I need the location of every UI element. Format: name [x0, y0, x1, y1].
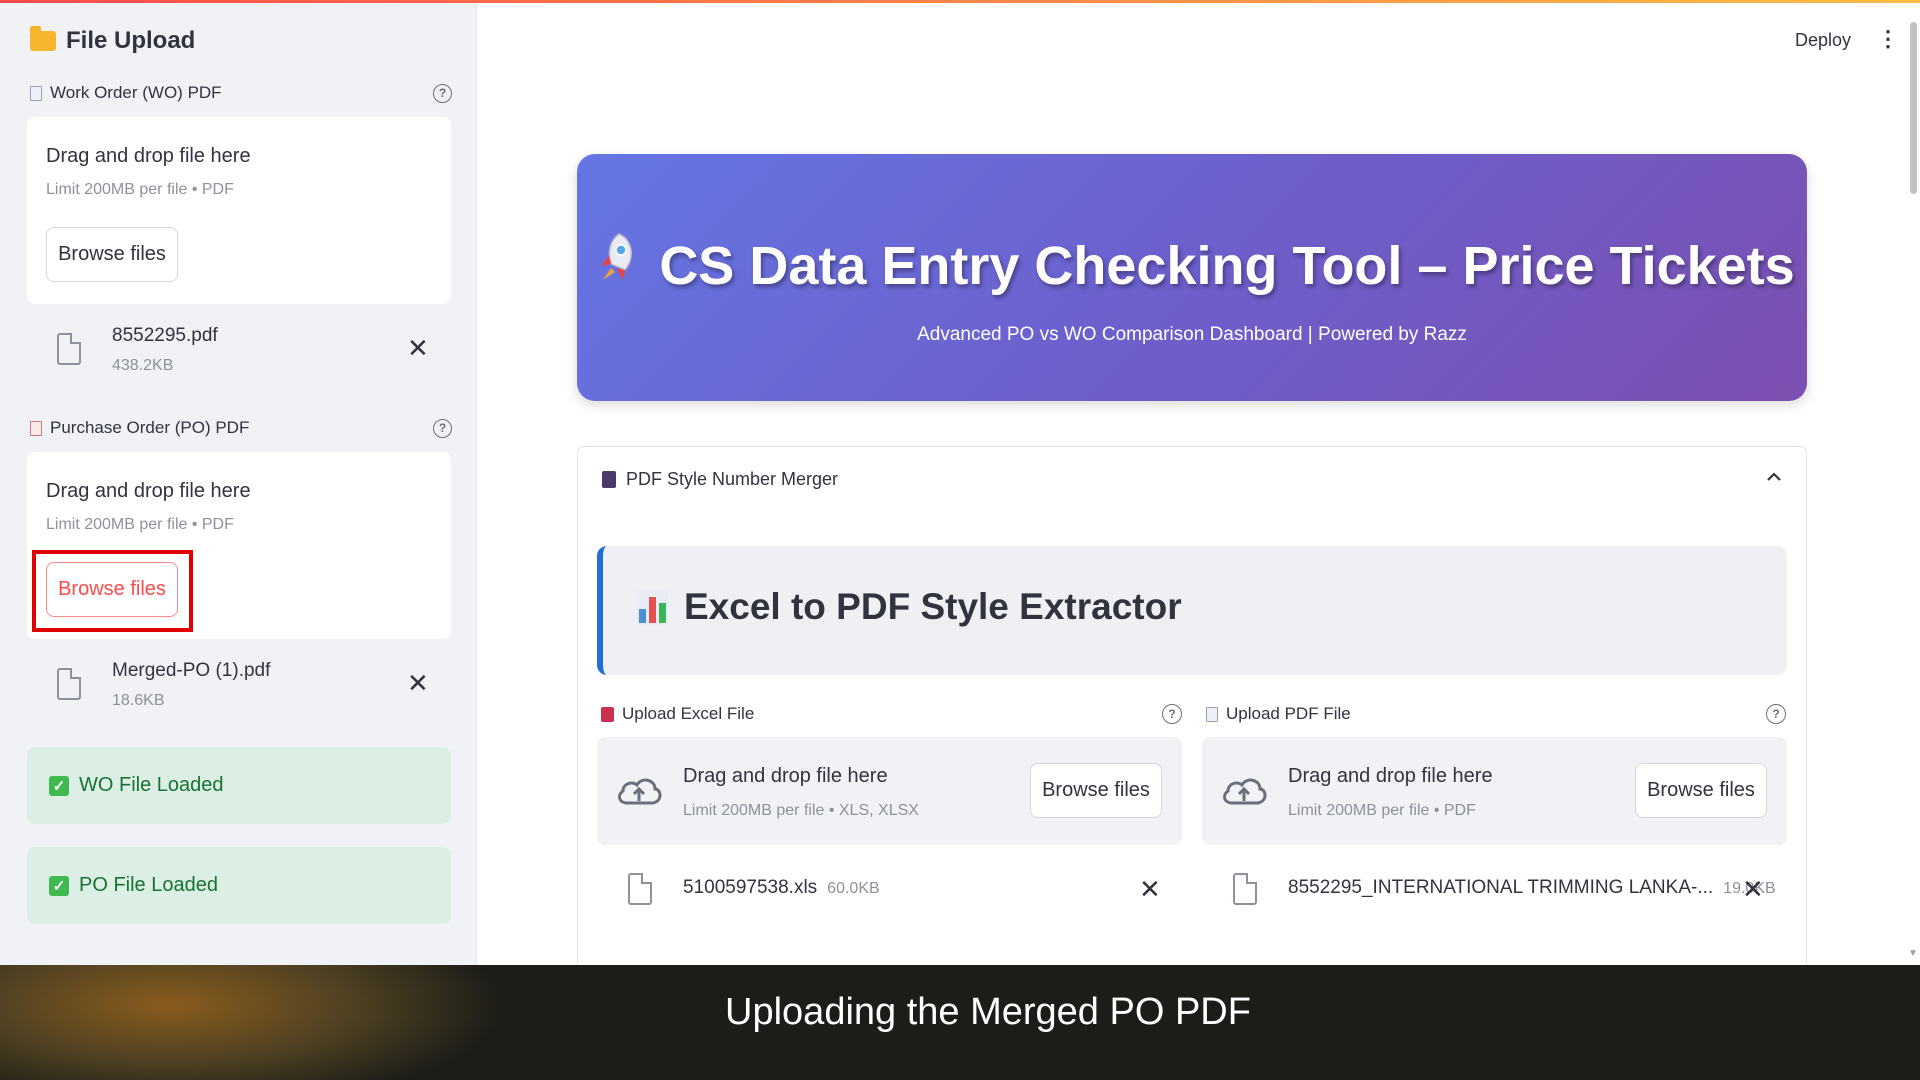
kebab-menu-icon[interactable]: ⋮	[1877, 28, 1899, 50]
pdf-label-text: Upload PDF File	[1226, 704, 1351, 723]
excel-limit-text: Limit 200MB per file • XLS, XLSX	[683, 802, 919, 819]
scrollbar-thumb[interactable]	[1910, 22, 1917, 194]
excel-upload-label: Upload Excel File	[601, 704, 754, 724]
caption-text: Uploading the Merged PO PDF	[725, 991, 1251, 1033]
check-icon: ✓	[49, 775, 69, 796]
deploy-button[interactable]: Deploy	[1795, 30, 1851, 51]
document-icon	[1206, 706, 1218, 722]
po-uploaded-file: Merged-PO (1).pdf 18.6KB ✕	[27, 654, 451, 724]
check-icon: ✓	[49, 875, 69, 896]
help-icon[interactable]: ?	[433, 418, 452, 438]
excel-file-size: 60.0KB	[827, 880, 880, 897]
pdf-dropzone[interactable]: Drag and drop file here Limit 200MB per …	[1202, 737, 1787, 845]
excel-label-text: Upload Excel File	[622, 704, 755, 723]
wo-browse-button[interactable]: Browse files	[46, 227, 178, 282]
pdf-merger-expander: PDF Style Number Merger	[577, 446, 1807, 986]
pdf-drop-text: Drag and drop file here	[1288, 765, 1493, 787]
excel-file-name: 5100597538.xls	[683, 877, 818, 898]
excel-dropzone[interactable]: Drag and drop file here Limit 200MB per …	[597, 737, 1182, 845]
po-loaded-status: ✓ PO File Loaded	[27, 847, 451, 924]
po-drop-text: Drag and drop file here	[46, 480, 251, 502]
document-icon	[30, 85, 42, 101]
wo-limit-text: Limit 200MB per file • PDF	[46, 181, 234, 198]
po-file-name: Merged-PO (1).pdf	[112, 660, 271, 681]
pdf-browse-button[interactable]: Browse files	[1635, 763, 1767, 818]
remove-file-icon[interactable]: ✕	[407, 670, 429, 696]
pdf-file-name: 8552295_INTERNATIONAL TRIMMING LANKA-...	[1288, 877, 1714, 898]
hero-title: CS Data Entry Checking Tool – Price Tick…	[577, 230, 1807, 302]
wo-file-name: 8552295.pdf	[112, 325, 218, 346]
wo-file-size: 438.2KB	[112, 357, 174, 374]
excel-browse-button[interactable]: Browse files	[1030, 763, 1162, 818]
file-icon	[57, 333, 81, 365]
scroll-down-icon[interactable]: ▼	[1908, 948, 1918, 959]
sidebar-title: File Upload	[30, 26, 196, 55]
sidebar: File Upload Work Order (WO) PDF ? Drag a…	[0, 3, 477, 965]
po-upload-label: Purchase Order (PO) PDF ?	[30, 418, 452, 438]
inbox-icon	[601, 706, 614, 722]
cloud-upload-icon	[1223, 778, 1267, 805]
book-icon	[602, 471, 616, 488]
remove-file-icon[interactable]: ✕	[1139, 876, 1161, 902]
hero-subtitle: Advanced PO vs WO Comparison Dashboard |…	[917, 324, 1467, 345]
expander-header[interactable]: PDF Style Number Merger	[602, 469, 838, 490]
expander-title: PDF Style Number Merger	[626, 469, 839, 489]
po-label-text: Purchase Order (PO) PDF	[50, 418, 250, 437]
excel-uploaded-file: 5100597538.xls 60.0KB	[683, 877, 880, 899]
help-icon[interactable]: ?	[433, 83, 452, 103]
folder-icon	[30, 26, 56, 51]
chevron-up-icon[interactable]	[1766, 467, 1782, 488]
wo-dropzone[interactable]: Drag and drop file here Limit 200MB per …	[27, 117, 451, 304]
banner-title-text: Excel to PDF Style Extractor	[684, 586, 1182, 627]
cloud-upload-icon	[618, 778, 662, 805]
pdf-limit-text: Limit 200MB per file • PDF	[1288, 802, 1476, 819]
remove-file-icon[interactable]: ✕	[1742, 876, 1764, 902]
wo-label-text: Work Order (WO) PDF	[50, 83, 222, 102]
status-text: WO File Loaded	[79, 774, 224, 796]
wo-loaded-status: ✓ WO File Loaded	[27, 747, 451, 824]
file-icon	[57, 668, 81, 700]
file-icon	[628, 873, 652, 905]
help-icon[interactable]: ?	[1162, 704, 1182, 724]
wo-uploaded-file: 8552295.pdf 438.2KB ✕	[27, 319, 451, 389]
extractor-banner: Excel to PDF Style Extractor	[597, 546, 1787, 675]
excel-drop-text: Drag and drop file here	[683, 765, 888, 787]
wo-drop-text: Drag and drop file here	[46, 145, 251, 167]
bar-chart-icon	[637, 589, 668, 625]
po-limit-text: Limit 200MB per file • PDF	[46, 516, 234, 533]
pdf-upload-label: Upload PDF File	[1206, 704, 1351, 724]
banner-title: Excel to PDF Style Extractor	[637, 586, 1182, 628]
help-icon[interactable]: ?	[1766, 704, 1786, 724]
highlight-box	[32, 550, 193, 632]
hero-banner: CS Data Entry Checking Tool – Price Tick…	[577, 154, 1807, 401]
document-icon	[30, 420, 42, 436]
status-text: PO File Loaded	[79, 874, 218, 896]
wo-upload-label: Work Order (WO) PDF ?	[30, 83, 452, 103]
hero-title-text: CS Data Entry Checking Tool – Price Tick…	[659, 236, 1795, 296]
file-icon	[1233, 873, 1257, 905]
caption-bar: Uploading the Merged PO PDF	[0, 965, 1920, 1080]
remove-file-icon[interactable]: ✕	[407, 335, 429, 361]
sidebar-title-text: File Upload	[66, 27, 196, 54]
po-file-size: 18.6KB	[112, 692, 165, 709]
rocket-icon	[589, 230, 641, 302]
pdf-uploaded-file: 8552295_INTERNATIONAL TRIMMING LANKA-...…	[1288, 877, 1776, 899]
